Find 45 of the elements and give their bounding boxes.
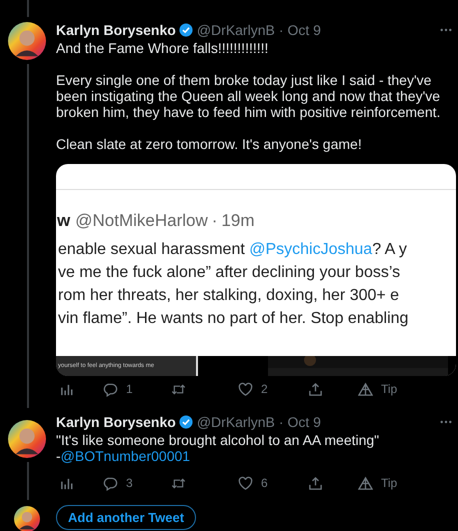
like-button[interactable]: 2 xyxy=(238,382,268,396)
separator-dot: · xyxy=(212,211,218,230)
separator-dot: · xyxy=(278,414,284,430)
speech-bubble-icon xyxy=(103,382,118,396)
avatar[interactable] xyxy=(8,420,46,458)
separator-dot: · xyxy=(278,22,284,38)
tweet-text: Clean slate at zero tomorrow. It's anyone's game! xyxy=(56,136,363,152)
heart-icon xyxy=(238,382,253,396)
more-icon[interactable] xyxy=(440,420,452,424)
heart-icon xyxy=(238,476,253,490)
tweet-text-line: enable sexual harassment @PsychicJoshua? A y xyxy=(57,240,408,260)
tweet-time[interactable]: Oct 9 xyxy=(288,22,321,38)
author-handle[interactable]: @DrKarlynB xyxy=(196,22,275,38)
tip-button[interactable]: Tip xyxy=(358,382,398,396)
triangle-icon xyxy=(358,382,373,396)
tweet-text: Every single one of them broke today just like I said - they've been instigating the Queen all week long and now that they've broken him, they have to feed him with positive reinforcement. xyxy=(56,72,442,120)
triangle-icon xyxy=(358,476,373,490)
mention-link[interactable]: @BOTnumber00001 xyxy=(60,448,190,464)
like-button[interactable]: 6 xyxy=(238,476,268,490)
mention-link[interactable]: @PsychicJoshua xyxy=(249,241,372,258)
repeat-arrows-icon[interactable] xyxy=(171,476,186,490)
reply-button[interactable]: 3 xyxy=(103,476,133,490)
reply-button[interactable]: 1 xyxy=(103,382,133,396)
avatar[interactable] xyxy=(14,506,40,531)
author-handle: @NotMikeHarlow xyxy=(75,211,208,230)
author-name[interactable]: Karlyn Borysenko xyxy=(56,414,176,430)
tweet-time: 19m xyxy=(221,211,254,230)
tweet-text: And the Fame Whore falls!!!!!!!!!!!!! xyxy=(56,40,270,56)
more-icon[interactable] xyxy=(440,28,452,32)
repeat-arrows-icon[interactable] xyxy=(171,382,186,396)
share-icon[interactable] xyxy=(308,382,323,396)
share-icon[interactable] xyxy=(308,476,323,490)
add-tweet-button[interactable]: Add another Tweet xyxy=(56,504,196,530)
tweet-time[interactable]: Oct 9 xyxy=(288,414,321,430)
speech-bubble-icon xyxy=(103,476,118,490)
author-name[interactable]: Karlyn Borysenko xyxy=(56,22,176,38)
avatar[interactable] xyxy=(8,22,46,60)
author-name: w xyxy=(57,211,70,230)
tweet-text-line: vin flame”. He wants no part of her. Stop enabling xyxy=(57,309,410,329)
tip-button[interactable]: Tip xyxy=(358,476,398,490)
author-handle[interactable]: @DrKarlynB xyxy=(196,414,275,430)
tweet-text-line: ve me the fuck alone” after declining your boss’s xyxy=(57,263,402,283)
embedded-screenshot[interactable] xyxy=(56,164,456,376)
tweet-text-line: rom her threats, her stalking, doxing, her 300+ e xyxy=(57,286,400,306)
tweet-text: "It's like someone brought alcohol to an AA meeting" -@BOTnumber00001 xyxy=(56,432,380,464)
